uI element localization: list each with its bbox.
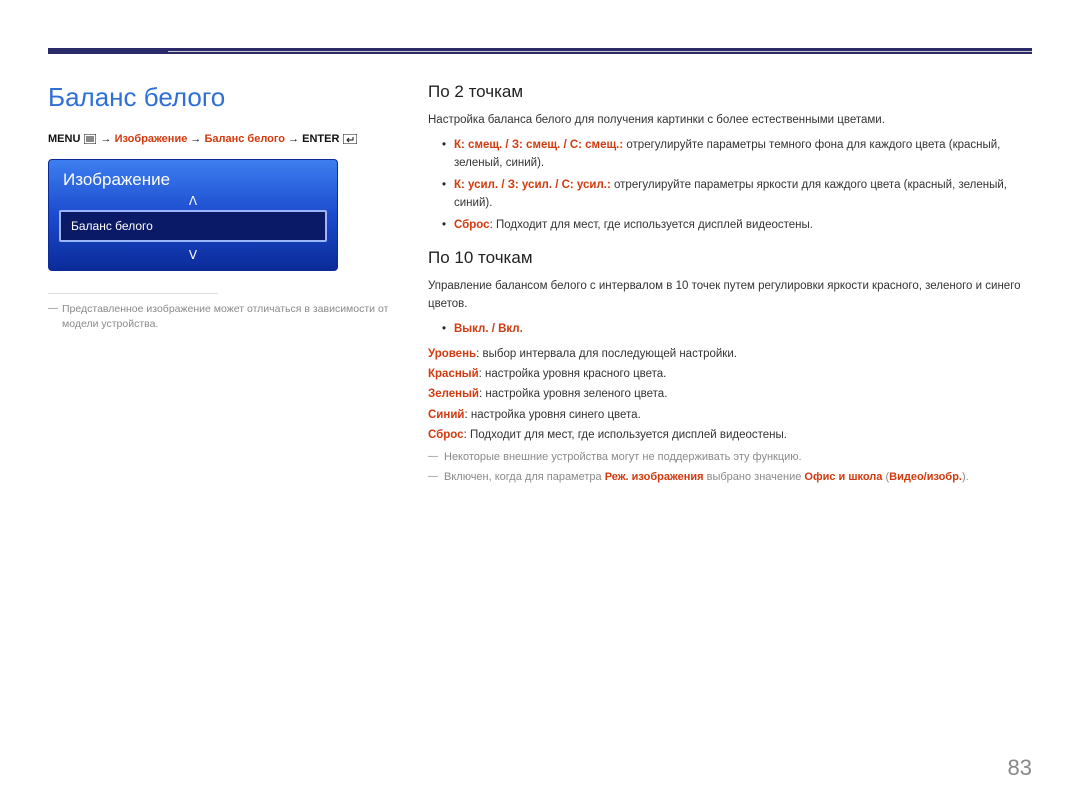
green-text: : настройка уровня зеленого цвета. (479, 388, 667, 400)
reset10-text: : Подходит для мест, где используется ди… (464, 429, 787, 441)
bc-arrow3: → (288, 133, 299, 145)
note2-close: ). (962, 471, 969, 483)
green-key: Зеленый (428, 388, 479, 400)
note2-mid: выбрано значение (704, 471, 805, 483)
level-text: : выбор интервала для последующей настро… (476, 348, 737, 360)
page-number: 83 (1008, 755, 1032, 781)
bc-menu: MENU (48, 133, 80, 145)
red-text: : настройка уровня красного цвета. (479, 368, 667, 380)
red-key: Красный (428, 368, 479, 380)
right-column: По 2 точкам Настройка баланса белого для… (428, 82, 1032, 490)
reset2-key: Сброс (454, 219, 490, 231)
section-2-points-heading: По 2 точкам (428, 82, 1032, 102)
left-divider (48, 293, 218, 294)
def-level: Уровень: выбор интервала для последующей… (428, 345, 1032, 363)
page-title: Баланс белого (48, 82, 404, 113)
list-item: К: смещ. / З: смещ. / С: смещ.: отрегули… (428, 137, 1032, 173)
note2-pre: Включен, когда для параметра (444, 471, 605, 483)
section-2-intro: Настройка баланса белого для получения к… (428, 112, 1032, 129)
list-item: Сброс: Подходит для мест, где использует… (428, 217, 1032, 235)
enter-icon (343, 134, 357, 144)
note-1: Некоторые внешние устройства могут не по… (428, 449, 1032, 466)
list-item: Выкл. / Вкл. (428, 321, 1032, 339)
left-column: Баланс белого MENU → Изображение → Балан… (48, 82, 428, 490)
osd-title: Изображение (49, 160, 337, 192)
header-rule (168, 51, 1032, 52)
def-reset: Сброс: Подходит для мест, где использует… (428, 426, 1032, 444)
section-10-intro: Управление балансом белого с интервалом … (428, 278, 1032, 313)
left-footnote: Представленное изображение может отличат… (48, 302, 404, 332)
section-2-list: К: смещ. / З: смещ. / С: смещ.: отрегули… (428, 137, 1032, 234)
bc-arrow2: → (190, 133, 201, 145)
level-key: Уровень (428, 348, 476, 360)
bc-item1: Изображение (115, 133, 188, 145)
note-2: Включен, когда для параметра Реж. изобра… (428, 469, 1032, 486)
reset2-text: : Подходит для мест, где используется ди… (490, 219, 813, 231)
note2-key2: Офис и школа (804, 471, 882, 483)
blue-key: Синий (428, 409, 464, 421)
menu-icon (83, 134, 97, 144)
bc-arrow1: → (101, 133, 112, 145)
section-10-list: Выкл. / Вкл. (428, 321, 1032, 339)
section-10-points-heading: По 10 точкам (428, 248, 1032, 268)
note2-key1: Реж. изображения (605, 471, 704, 483)
bc-item2: Баланс белого (204, 133, 285, 145)
def-green: Зеленый: настройка уровня зеленого цвета… (428, 385, 1032, 403)
breadcrumb: MENU → Изображение → Баланс белого → ENT… (48, 133, 404, 145)
bc-enter: ENTER (302, 133, 339, 145)
gain-keys: К: усил. / З: усил. / С: усил.: (454, 179, 611, 191)
page-body: Баланс белого MENU → Изображение → Балан… (0, 54, 1080, 490)
chevron-up-icon[interactable]: ᐱ (49, 192, 337, 210)
note2-key3: Видео/изобр. (889, 471, 962, 483)
offset-keys: К: смещ. / З: смещ. / С: смещ.: (454, 139, 623, 151)
osd-selected-item[interactable]: Баланс белого (59, 210, 327, 242)
list-item: К: усил. / З: усил. / С: усил.: отрегули… (428, 177, 1032, 213)
onoff: Выкл. / Вкл. (454, 323, 523, 335)
blue-text: : настройка уровня синего цвета. (464, 409, 640, 421)
def-red: Красный: настройка уровня красного цвета… (428, 365, 1032, 383)
chevron-down-icon[interactable]: ᐯ (49, 246, 337, 270)
reset10-key: Сброс (428, 429, 464, 441)
osd-panel: Изображение ᐱ Баланс белого ᐯ (48, 159, 338, 271)
def-blue: Синий: настройка уровня синего цвета. (428, 406, 1032, 424)
